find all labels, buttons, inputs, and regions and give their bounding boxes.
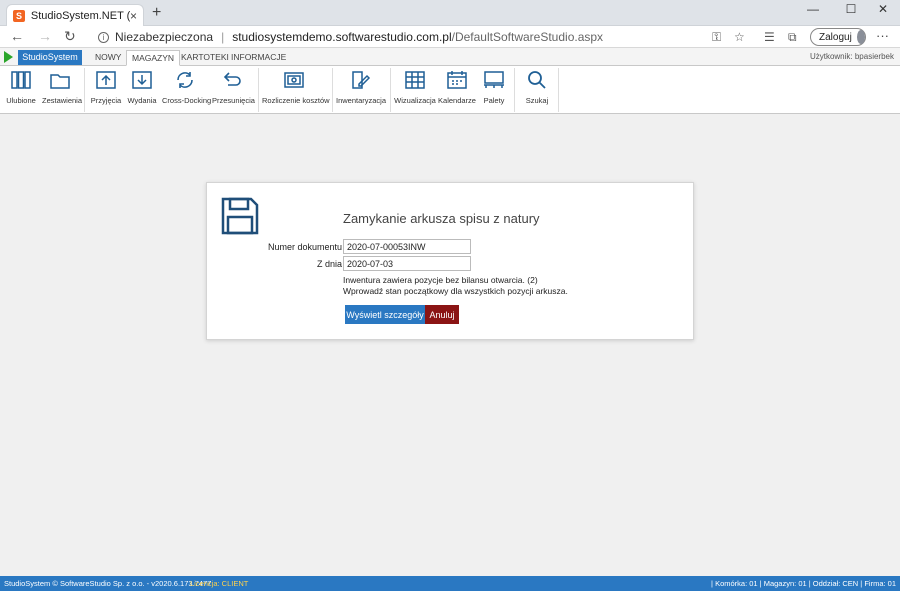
maximize-icon[interactable]: ☐ bbox=[836, 2, 866, 16]
ribbon-ulubione[interactable]: Ulubione bbox=[4, 70, 38, 105]
play-icon[interactable] bbox=[4, 51, 13, 63]
shelves-icon bbox=[405, 71, 425, 89]
ribbon-separator bbox=[390, 68, 391, 112]
login-label: Zaloguj bbox=[819, 31, 852, 43]
reload-icon[interactable]: ↻ bbox=[64, 28, 76, 45]
ribbon-cross-docking[interactable]: Cross-Docking bbox=[162, 70, 212, 105]
folder-icon bbox=[50, 74, 70, 89]
date-field[interactable] bbox=[343, 256, 471, 271]
tab-title: StudioSystem.NET (c) SoftwareSt bbox=[30, 9, 130, 22]
search-icon bbox=[528, 71, 546, 89]
ribbon-label: Wizualizacja bbox=[394, 96, 436, 105]
ribbon-wizualizacja[interactable]: Wizualizacja bbox=[394, 70, 436, 105]
status-bar: StudioSystem © SoftwareStudio Sp. z o.o.… bbox=[0, 576, 900, 591]
close-tab-icon[interactable]: × bbox=[130, 9, 137, 23]
ribbon-label: Rozliczenie kosztów bbox=[262, 96, 330, 105]
doc-number-label: Numer dokumentu bbox=[267, 242, 342, 252]
avatar-icon bbox=[856, 30, 865, 44]
ribbon-separator bbox=[258, 68, 259, 112]
favicon-icon: S bbox=[13, 9, 25, 22]
ribbon-label: Kalendarze bbox=[438, 96, 476, 105]
url-field[interactable]: i Niezabezpieczona | studiosystemdemo.so… bbox=[98, 30, 603, 44]
url-host: studiosystemdemo.softwarestudio.com.pl bbox=[232, 30, 452, 44]
key-icon[interactable]: ⚿ bbox=[712, 30, 721, 45]
show-details-button[interactable]: Wyświetl szczegóły bbox=[345, 305, 425, 324]
ribbon-toolbar: Ulubione Zestawienia Przyjęcia Wydania C… bbox=[0, 66, 900, 114]
date-label: Z dnia bbox=[316, 259, 342, 269]
upload-icon bbox=[96, 71, 116, 89]
cash-icon bbox=[284, 72, 304, 88]
favorites-icon[interactable]: ☰ bbox=[764, 30, 775, 44]
ribbon-separator bbox=[514, 68, 515, 112]
close-sheet-dialog: Zamykanie arkusza spisu z natury Numer d… bbox=[206, 182, 694, 340]
pallet-icon bbox=[484, 71, 504, 88]
app-menu-bar: StudioSystem NOWY MAGAZYN KARTOTEKI INFO… bbox=[0, 48, 900, 66]
new-tab-icon[interactable]: + bbox=[152, 4, 161, 22]
tab-magazyn[interactable]: MAGAZYN bbox=[126, 50, 181, 66]
ribbon-separator bbox=[84, 68, 85, 112]
ribbon-label: Zestawienia bbox=[42, 96, 83, 105]
login-button[interactable]: Zaloguj bbox=[810, 28, 866, 46]
address-bar: ← → ↻ i Niezabezpieczona | studiosystemd… bbox=[0, 26, 900, 48]
edit-doc-icon bbox=[352, 71, 371, 89]
ribbon-inwentaryzacja[interactable]: Inwentaryzacja bbox=[336, 70, 387, 105]
status-license: Licencja: CLIENT bbox=[190, 579, 249, 588]
ribbon-rozliczenie-kosztow[interactable]: Rozliczenie kosztów bbox=[262, 70, 330, 105]
dialog-message-line1: Inwentura zawiera pozycje bez bilansu ot… bbox=[343, 275, 538, 285]
floppy-disk-icon bbox=[221, 197, 259, 235]
undo-arrow-icon bbox=[223, 72, 241, 86]
ribbon-label: Cross-Docking bbox=[162, 96, 212, 105]
collections-icon[interactable]: ⧉ bbox=[788, 30, 797, 45]
browser-titlebar: S StudioSystem.NET (c) SoftwareSt × + — … bbox=[0, 0, 900, 26]
ribbon-kalendarze[interactable]: Kalendarze bbox=[438, 70, 476, 105]
url-separator: | bbox=[221, 30, 225, 44]
status-context: | Komórka: 01 | Magazyn: 01 | Oddział: C… bbox=[711, 579, 896, 588]
info-icon[interactable]: i bbox=[98, 31, 109, 43]
forward-icon[interactable]: → bbox=[38, 28, 52, 44]
ribbon-label: Ulubione bbox=[6, 96, 36, 105]
books-icon bbox=[11, 71, 31, 89]
dialog-message-line2: Wprowadź stan początkowy dla wszystkich … bbox=[343, 286, 568, 296]
back-icon[interactable]: ← bbox=[10, 28, 24, 44]
ribbon-separator bbox=[332, 68, 333, 112]
ribbon-label: Inwentaryzacja bbox=[336, 96, 387, 105]
status-copyright: StudioSystem © SoftwareStudio Sp. z o.o.… bbox=[4, 579, 212, 588]
ribbon-label: Wydania bbox=[127, 96, 157, 105]
cancel-button[interactable]: Anuluj bbox=[425, 305, 459, 324]
ribbon-przesuniecia[interactable]: Przesunięcia bbox=[212, 70, 255, 105]
url-path: /DefaultSoftwareStudio.aspx bbox=[451, 30, 604, 44]
ribbon-zestawienia[interactable]: Zestawienia bbox=[42, 70, 83, 105]
tab-nowy[interactable]: NOWY bbox=[90, 50, 126, 66]
ribbon-label: Szukaj bbox=[525, 96, 549, 105]
workspace: Zamykanie arkusza spisu z natury Numer d… bbox=[0, 114, 900, 576]
ribbon-przyjecia[interactable]: Przyjęcia bbox=[90, 70, 122, 105]
minimize-icon[interactable]: — bbox=[798, 2, 828, 16]
ribbon-szukaj[interactable]: Szukaj bbox=[522, 70, 552, 105]
ribbon-label: Przyjęcia bbox=[90, 96, 122, 105]
user-info: Użytkownik: bpasierbek bbox=[809, 52, 894, 61]
app-button[interactable]: StudioSystem bbox=[18, 50, 82, 65]
refresh-icon bbox=[177, 72, 193, 88]
ribbon-label: Przesunięcia bbox=[212, 96, 255, 105]
doc-number-field[interactable] bbox=[343, 239, 471, 254]
browser-tab[interactable]: S StudioSystem.NET (c) SoftwareSt × bbox=[6, 4, 144, 26]
calendar-icon bbox=[447, 71, 467, 89]
tab-informacje[interactable]: INFORMACJE bbox=[226, 50, 291, 66]
close-window-icon[interactable]: ✕ bbox=[868, 2, 898, 16]
more-icon[interactable]: ··· bbox=[876, 28, 889, 43]
dialog-title: Zamykanie arkusza spisu z natury bbox=[343, 211, 540, 226]
star-icon[interactable]: ☆ bbox=[734, 30, 745, 44]
download-icon bbox=[132, 71, 152, 89]
security-label: Niezabezpieczona bbox=[115, 30, 214, 44]
ribbon-palety[interactable]: Palety bbox=[480, 70, 508, 105]
ribbon-wydania[interactable]: Wydania bbox=[126, 70, 158, 105]
ribbon-separator bbox=[558, 68, 559, 112]
ribbon-label: Palety bbox=[483, 96, 505, 105]
